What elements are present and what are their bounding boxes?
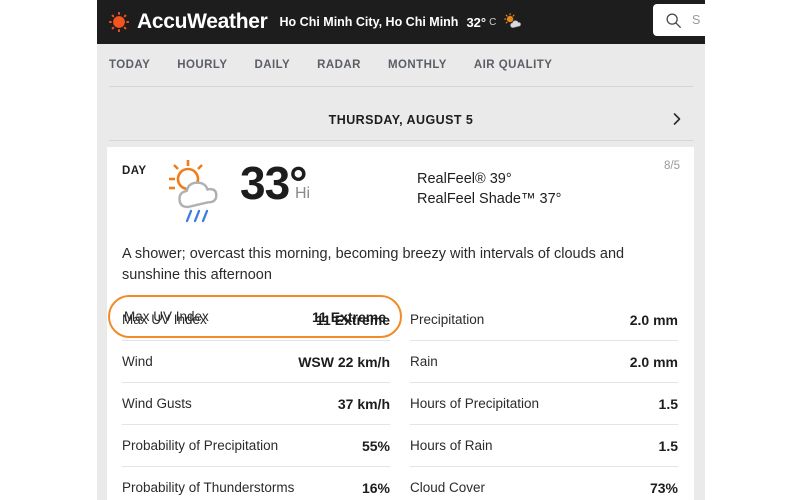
detail-label: Probability of Thunderstorms: [122, 480, 295, 495]
site-header: AccuWeather Ho Chi Minh City, Ho Chi Min…: [97, 0, 705, 44]
detail-label: Precipitation: [410, 312, 485, 327]
nav-item-hourly[interactable]: HOURLY: [177, 59, 227, 71]
detail-row-precipitation: Precipitation 2.0 mm: [410, 299, 678, 340]
nav-divider: [109, 86, 693, 87]
detail-row-cloud-cover: Cloud Cover 73%: [410, 466, 678, 500]
sun-behind-rain-cloud-icon: [169, 160, 218, 223]
detail-row-hours-of-rain: Hours of Rain 1.5: [410, 424, 678, 466]
detail-row-rain: Rain 2.0 mm: [410, 340, 678, 382]
date-divider: [109, 140, 693, 141]
nav-item-radar[interactable]: RADAR: [317, 59, 361, 71]
detail-row-probability-of-thunderstorms: Probability of Thunderstorms 16%: [122, 466, 390, 500]
realfeel-block: RealFeel® 39° RealFeel Shade™ 37°: [417, 169, 561, 209]
nav-item-air-quality[interactable]: AIR QUALITY: [474, 59, 552, 71]
header-temp: 32°: [466, 14, 487, 30]
detail-row-wind: Wind WSW 22 km/h: [122, 340, 390, 382]
header-temp-unit: C: [489, 16, 497, 28]
detail-value: WSW 22 km/h: [298, 353, 390, 370]
detail-row-wind-gusts: Wind Gusts 37 km/h: [122, 382, 390, 424]
realfeel-value: RealFeel® 39°: [417, 171, 512, 187]
detail-value: 73%: [649, 479, 678, 496]
card-date: 8/5: [664, 160, 680, 172]
detail-row-hours-of-precipitation: Hours of Precipitation 1.5: [410, 382, 678, 424]
detail-value: 1.5: [658, 437, 678, 454]
accuweather-screen: AccuWeather Ho Chi Minh City, Ho Chi Min…: [0, 0, 800, 500]
chevron-right-icon[interactable]: [670, 112, 684, 126]
detail-value: 2.0 mm: [629, 353, 678, 370]
nav-item-today[interactable]: TODAY: [109, 59, 150, 71]
header-location[interactable]: Ho Chi Minh City, Ho Chi Minh 32° C: [280, 12, 525, 32]
brand-name: AccuWeather: [137, 10, 268, 33]
search-icon: [666, 12, 681, 28]
detail-label: Hours of Rain: [410, 438, 493, 453]
detail-label: Wind Gusts: [122, 396, 192, 411]
realfeel-shade-value: RealFeel Shade™ 37°: [417, 191, 562, 207]
main-nav: TODAY HOURLY DAILY RADAR MONTHLY AIR QUA…: [97, 44, 705, 86]
max-uv-index-value: 11 Extreme: [312, 308, 386, 325]
detail-label: Rain: [410, 354, 438, 369]
max-uv-index-label: Max UV Index: [124, 309, 209, 324]
detail-value: 37 km/h: [337, 395, 390, 412]
detail-label: Wind: [122, 354, 153, 369]
brand-logo[interactable]: AccuWeather: [108, 10, 268, 34]
date-navigator[interactable]: THURSDAY, AUGUST 5: [108, 101, 694, 139]
detail-label: Cloud Cover: [410, 480, 486, 495]
max-uv-index-highlight[interactable]: Max UV Index 11 Extreme: [108, 295, 402, 338]
location-name: Ho Chi Minh City, Ho Chi Minh: [279, 15, 459, 29]
search-box[interactable]: S: [653, 4, 705, 36]
detail-row-probability-of-precipitation: Probability of Precipitation 55%: [122, 424, 390, 466]
detail-label: Hours of Precipitation: [410, 396, 540, 411]
nav-item-monthly[interactable]: MONTHLY: [388, 59, 447, 71]
sun-logo-icon: [109, 12, 129, 32]
detail-value: 2.0 mm: [629, 311, 678, 328]
detail-value: 1.5: [658, 395, 678, 412]
details-column-right: Precipitation 2.0 mm Rain 2.0 mm Hours o…: [400, 299, 693, 500]
detail-value: 55%: [361, 437, 390, 454]
forecast-description: A shower; overcast this morning, becomin…: [122, 246, 625, 283]
sun-behind-cloud-icon: [504, 13, 522, 28]
forecast-summary: DAY 33° Hi RealFeel® 39° RealFeel Shade™…: [107, 147, 694, 240]
date-label: THURSDAY, AUGUST 5: [328, 113, 474, 127]
detail-value: 16%: [361, 479, 390, 496]
nav-item-daily[interactable]: DAILY: [254, 59, 290, 71]
search-input[interactable]: S: [692, 13, 700, 27]
detail-label: Probability of Precipitation: [122, 438, 279, 453]
forecast-temp-qualifier: Hi: [295, 185, 311, 202]
period-label: DAY: [122, 165, 147, 177]
